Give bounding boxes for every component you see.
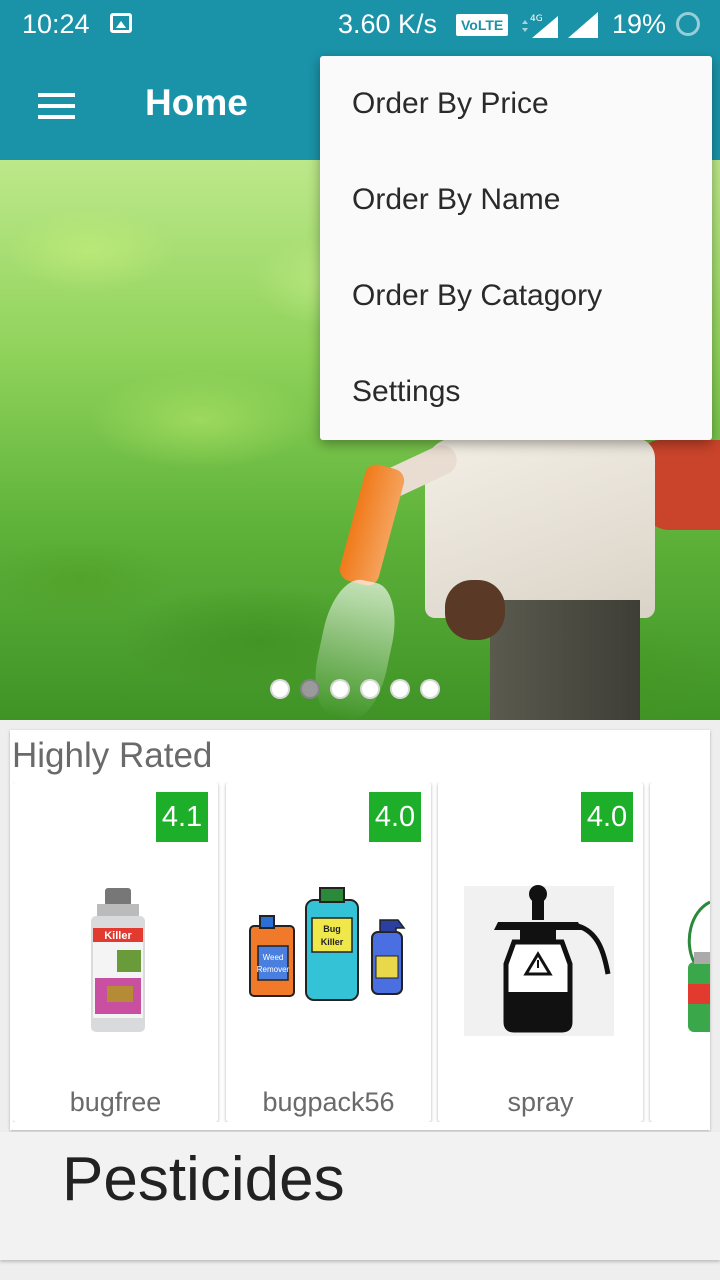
carousel-dot-6[interactable] <box>420 679 440 699</box>
carousel-dot-3[interactable] <box>330 679 350 699</box>
menu-item-settings[interactable]: Settings <box>320 344 712 440</box>
rating-badge: 4.1 <box>156 792 208 842</box>
product-name: bugpack56 <box>262 1087 395 1117</box>
network-type-label: 4G <box>530 14 543 24</box>
banner-spray-nozzle <box>337 461 407 589</box>
carousel-dot-4[interactable] <box>360 679 380 699</box>
cell-signal-4g-icon: 4G <box>522 14 558 38</box>
svg-text:Killer: Killer <box>321 937 344 947</box>
banner-farmer-pants <box>490 600 640 720</box>
carousel-dot-1[interactable] <box>270 679 290 699</box>
carousel-dot-2[interactable] <box>300 679 320 699</box>
category-label: Pesticides <box>62 1145 345 1214</box>
product-card-partial[interactable] <box>650 782 710 1122</box>
partial-product-image <box>687 900 710 1032</box>
spray-bottle-image <box>464 885 614 1036</box>
product-name: bugfree <box>69 1087 162 1117</box>
svg-text:Weed: Weed <box>263 953 284 962</box>
network-speed: 3.60 K/s <box>338 9 438 39</box>
menu-item-order-by-category[interactable]: Order By Catagory <box>320 248 712 344</box>
carousel-indicators <box>270 679 440 699</box>
overflow-menu: Order By Price Order By Name Order By Ca… <box>320 56 712 440</box>
hamburger-menu-icon[interactable] <box>30 86 82 126</box>
svg-text:Bug: Bug <box>323 924 341 934</box>
menu-item-order-by-price[interactable]: Order By Price <box>320 56 712 152</box>
highly-rated-section: Highly Rated 4.1 Killer bugfree 4.0 Weed… <box>10 730 710 1130</box>
rating-badge: 4.0 <box>581 792 633 842</box>
banner-farmer-hand <box>445 580 505 640</box>
bugpack56-products-image: Weed Remover Bug Killer <box>249 887 406 1001</box>
status-bar: 10:24 3.60 K/s VoLTE 4G 19% <box>0 0 720 50</box>
menu-item-order-by-name[interactable]: Order By Name <box>320 152 712 248</box>
product-name: spray <box>507 1087 574 1117</box>
section-heading: Highly Rated <box>12 736 213 775</box>
carousel-dot-5[interactable] <box>390 679 410 699</box>
svg-text:Remover: Remover <box>257 965 290 974</box>
battery-percentage: 19% <box>612 9 667 39</box>
battery-icon <box>676 12 700 36</box>
bugfree-bottle-image: Killer <box>91 888 145 1032</box>
product-card-bugpack56[interactable]: 4.0 Weed Remover Bug Killer bugpack56 <box>226 782 431 1122</box>
product-card-bugfree[interactable]: 4.1 Killer bugfree <box>13 782 218 1122</box>
rating-badge: 4.0 <box>369 792 421 842</box>
product-carousel[interactable]: 4.1 Killer bugfree 4.0 Weed Remover Bug … <box>13 782 710 1122</box>
category-card-pesticides[interactable]: Pesticides <box>0 1132 720 1260</box>
page-title: Home <box>145 82 248 123</box>
product-card-spray[interactable]: 4.0 spray <box>438 782 643 1122</box>
image-notification-icon <box>110 13 132 33</box>
signal-strength-icon <box>568 12 598 38</box>
volte-badge: VoLTE <box>456 14 509 36</box>
svg-text:Killer: Killer <box>104 930 132 942</box>
status-time: 10:24 <box>22 9 90 39</box>
